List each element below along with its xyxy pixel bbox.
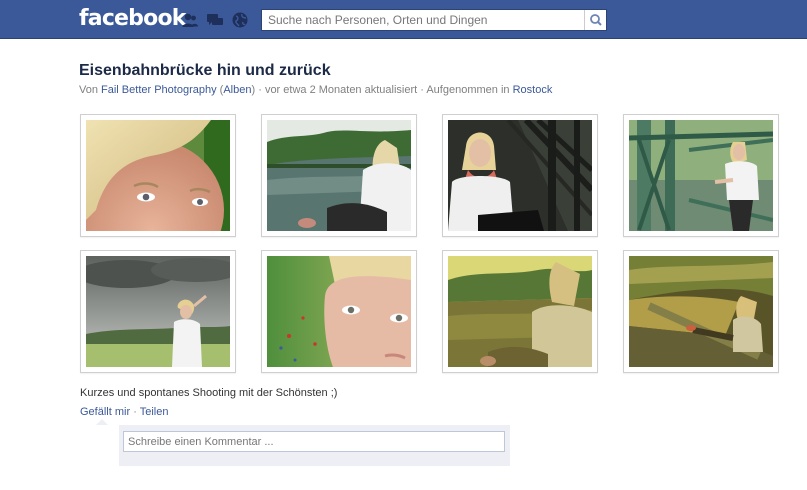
photo-image: [448, 256, 592, 367]
photo-thumbnail[interactable]: [442, 250, 598, 373]
messages-icon[interactable]: [206, 11, 224, 29]
photo-thumbnail[interactable]: [80, 250, 236, 373]
photo-image: [267, 120, 411, 231]
photo-image: [86, 256, 230, 367]
meta-paren-close: ): [251, 84, 256, 96]
photo-thumbnail[interactable]: [623, 114, 779, 237]
photo-thumbnail[interactable]: [80, 114, 236, 237]
photo-thumbnail[interactable]: [261, 114, 417, 237]
actions-separator: ·: [133, 406, 137, 418]
search-icon: [590, 14, 602, 26]
facebook-logo[interactable]: facebook: [79, 6, 186, 31]
photo-image: [629, 120, 773, 231]
like-link[interactable]: Gefällt mir: [80, 406, 130, 418]
location-link[interactable]: Rostock: [513, 84, 553, 96]
author-link[interactable]: Fail Better Photography: [101, 84, 217, 96]
comment-box-arrow: [96, 419, 108, 425]
search-input[interactable]: [262, 10, 584, 30]
meta-updated: · vor etwa 2 Monaten aktualisiert · Aufg…: [258, 84, 510, 96]
friend-requests-icon[interactable]: [181, 11, 199, 29]
album-actions: Gefällt mir · Teilen: [80, 406, 168, 418]
photo-image: [448, 120, 592, 231]
share-link[interactable]: Teilen: [140, 406, 169, 418]
search-button[interactable]: [584, 10, 606, 30]
photo-thumbnail[interactable]: [261, 250, 417, 373]
albums-link[interactable]: Alben: [223, 84, 251, 96]
search-box: [261, 9, 607, 31]
photo-image: [86, 120, 230, 231]
photo-thumbnail[interactable]: [442, 114, 598, 237]
photo-image: [629, 256, 773, 367]
album-title: Eisenbahnbrücke hin und zurück: [79, 62, 331, 79]
album-meta: Von Fail Better Photography (Alben) · vo…: [79, 84, 552, 96]
album-caption: Kurzes und spontanes Shooting mit der Sc…: [80, 387, 338, 399]
meta-by: Von: [79, 84, 98, 96]
top-bar: facebook: [0, 0, 807, 39]
photo-image: [267, 256, 411, 367]
comment-input[interactable]: [123, 431, 505, 452]
notifications-globe-icon[interactable]: [231, 11, 249, 29]
photo-thumbnail[interactable]: [623, 250, 779, 373]
